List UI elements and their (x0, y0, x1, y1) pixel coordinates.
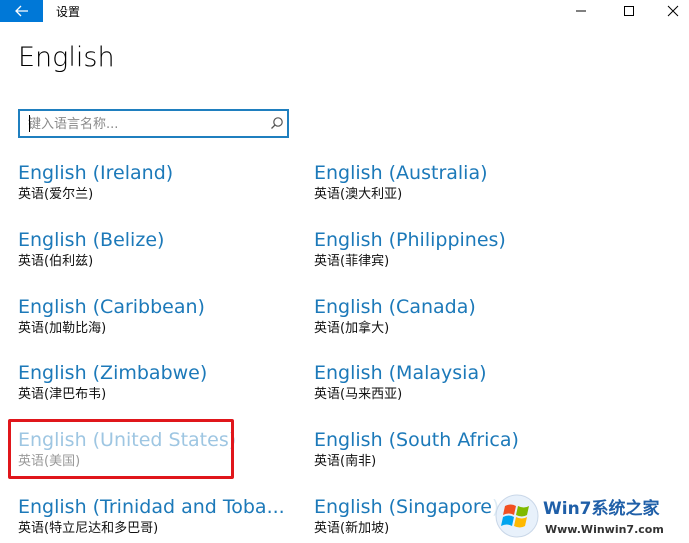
watermark-url: Www.Winwin7.com (545, 523, 664, 536)
language-name: English (South Africa) (314, 429, 519, 451)
language-option[interactable]: English (Trinidad and Toba... 英语(特立尼达和多巴… (18, 496, 285, 537)
language-local-name: 英语(爱尔兰) (18, 187, 94, 202)
language-local-name: 英语(马来西亚) (314, 387, 403, 402)
language-option[interactable]: English (Canada) 英语(加拿大) (314, 296, 476, 337)
back-button[interactable] (0, 0, 43, 22)
close-icon (667, 5, 679, 17)
language-name: English (Singapore) (314, 496, 500, 518)
window-title: 设置 (56, 5, 81, 19)
maximize-icon (624, 6, 634, 16)
language-local-name: 英语(加拿大) (314, 321, 390, 336)
search-icon[interactable] (270, 116, 284, 130)
language-option[interactable]: English (Australia) 英语(澳大利亚) (314, 162, 488, 203)
language-name: English (Trinidad and Toba... (18, 496, 285, 518)
language-option[interactable]: English (Zimbabwe) 英语(津巴布韦) (18, 362, 207, 403)
back-arrow-icon (14, 5, 28, 17)
windows-logo-icon (495, 494, 539, 538)
language-option[interactable]: English (Caribbean) 英语(加勒比海) (18, 296, 205, 337)
page-title: English (18, 42, 115, 73)
language-option[interactable]: English (Philippines) 英语(菲律宾) (314, 229, 506, 270)
language-name: English (Zimbabwe) (18, 362, 208, 384)
language-local-name: 英语(加勒比海) (18, 321, 107, 336)
language-local-name: 英语(伯利兹) (18, 254, 94, 269)
title-bar: 设置 (0, 0, 689, 22)
maximize-button[interactable] (606, 0, 652, 22)
language-option[interactable]: English (Ireland) 英语(爱尔兰) (18, 162, 173, 203)
language-local-name: 英语(新加坡) (314, 521, 390, 536)
language-option[interactable]: English (Singapore) 英语(新加坡) (314, 496, 499, 537)
language-name: English (Malaysia) (314, 362, 487, 384)
language-local-name: 英语(南非) (314, 454, 377, 469)
minimize-button[interactable] (558, 0, 604, 22)
language-name: English (Belize) (18, 229, 165, 251)
language-option[interactable]: English (South Africa) 英语(南非) (314, 429, 519, 470)
language-name: English (Australia) (314, 162, 488, 184)
close-button[interactable] (650, 0, 689, 22)
language-option[interactable]: English (Belize) 英语(伯利兹) (18, 229, 164, 270)
language-search-box[interactable] (18, 109, 289, 138)
language-local-name: 英语(津巴布韦) (18, 387, 107, 402)
language-name: English (Ireland) (18, 162, 174, 184)
language-local-name: 英语(澳大利亚) (314, 187, 403, 202)
language-local-name: 英语(特立尼达和多巴哥) (18, 521, 159, 536)
language-name: English (Canada) (314, 296, 476, 318)
minimize-icon (576, 10, 586, 12)
language-local-name: 英语(菲律宾) (314, 254, 390, 269)
language-name: English (Caribbean) (18, 296, 205, 318)
site-watermark: Win7系统之家 Www.Winwin7.com (493, 488, 689, 543)
language-search-input[interactable] (28, 114, 258, 134)
highlight-annotation (8, 419, 234, 479)
language-option[interactable]: English (Malaysia) 英语(马来西亚) (314, 362, 487, 403)
language-name: English (Philippines) (314, 229, 506, 251)
watermark-brand: Win7系统之家 (543, 498, 660, 519)
text-caret (29, 115, 30, 132)
